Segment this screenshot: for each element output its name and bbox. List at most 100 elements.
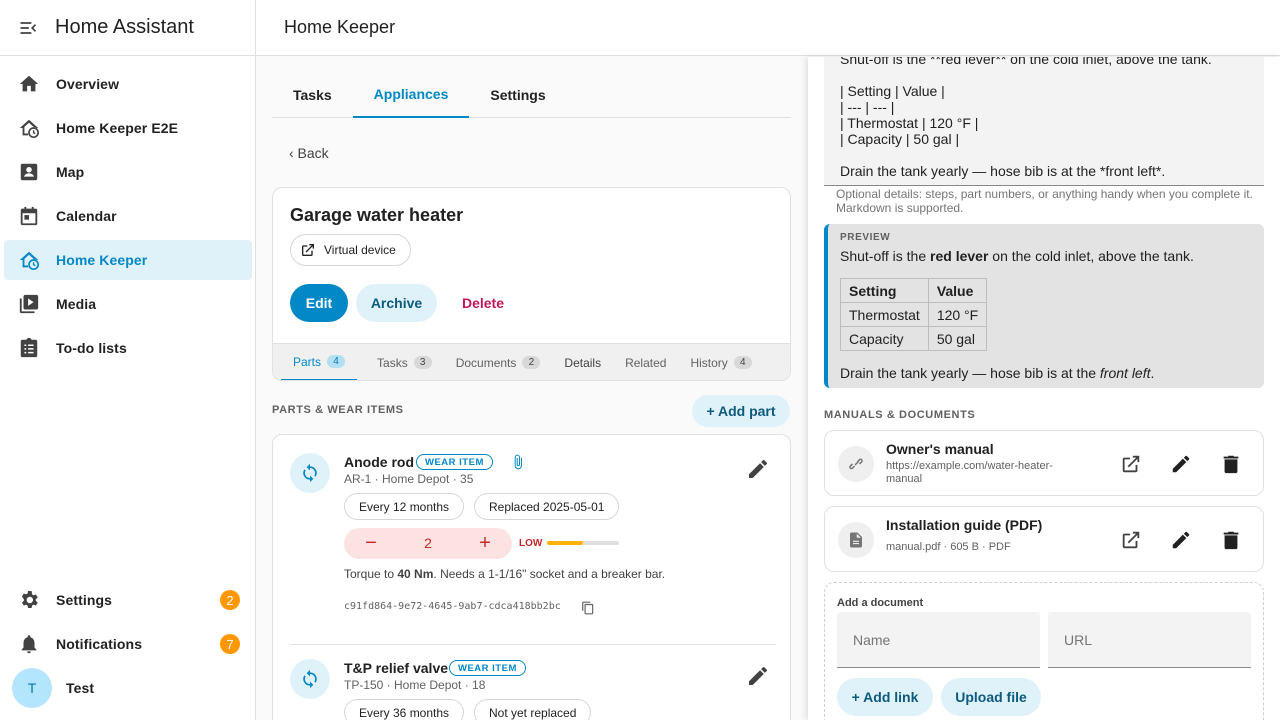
count-badge: 3 [413, 356, 432, 369]
gear-icon [18, 589, 40, 611]
sidebar-item-home-keeper-e2e[interactable]: Home Keeper E2E [4, 108, 252, 148]
wear-item-badge: WEAR ITEM [416, 454, 493, 470]
document-card: Owner's manual https://example.com/water… [824, 430, 1264, 496]
part-name: T&P relief valve [344, 660, 449, 676]
add-document-form: Add a document Name URL + Add link Uploa… [824, 582, 1264, 720]
home-clock-icon [18, 249, 40, 271]
add-part-button[interactable]: + Add part [692, 395, 790, 427]
notes-line: | --- | --- | [840, 99, 895, 115]
add-link-button[interactable]: + Add link [837, 678, 933, 716]
menu-collapse-icon[interactable] [18, 18, 38, 38]
note-text: Torque to [344, 567, 398, 581]
subtab-label: History [690, 355, 728, 370]
decrement-button[interactable]: − [359, 531, 383, 555]
sidebar-item-calendar[interactable]: Calendar [4, 196, 252, 236]
sidebar-item-label: Media [56, 296, 97, 312]
device-subtabs: Parts 4 Tasks 3 Documents 2 Details Rela… [273, 343, 790, 380]
count-badge: 4 [327, 355, 346, 368]
preview-text: on the cold inlet, above the tank. [988, 248, 1194, 264]
sidebar-header: Home Assistant [0, 0, 255, 56]
table-header: Setting [840, 278, 929, 303]
refresh-icon [290, 659, 330, 699]
sidebar-item-label: Home Keeper [56, 252, 148, 268]
tab-settings[interactable]: Settings [469, 72, 566, 117]
table-header: Value [927, 278, 988, 303]
trash-icon[interactable] [1220, 529, 1242, 551]
subtab-documents[interactable]: Documents 2 [444, 344, 553, 380]
wear-item-badge: WEAR ITEM [449, 660, 526, 676]
stock-level-bar [547, 541, 619, 545]
sidebar: Home Assistant Overview Home Keeper E2E … [0, 0, 256, 720]
sidebar-item-notifications[interactable]: Notifications 7 [4, 624, 252, 664]
name-input[interactable]: Name [837, 612, 1040, 668]
sidebar-item-todo-lists[interactable]: To-do lists [4, 328, 252, 368]
open-in-new-icon[interactable] [1120, 453, 1142, 475]
sidebar-item-media[interactable]: Media [4, 284, 252, 324]
pencil-icon[interactable] [746, 457, 770, 481]
parts-list: Anode rod WEAR ITEM AR-1 · Home Depot · … [272, 434, 791, 720]
preview-line: Shut-off is the red lever on the cold in… [840, 248, 1194, 264]
subtab-label: Documents [455, 355, 517, 370]
divider [290, 644, 775, 645]
sidebar-item-label: To-do lists [56, 340, 127, 356]
part-uuid: c91fd864-9e72-4645-9ab7-cdca418bb2bc [344, 601, 561, 612]
markdown-preview: PREVIEW Shut-off is the red lever on the… [824, 224, 1264, 388]
archive-button[interactable]: Archive [356, 284, 437, 322]
preview-em: front left [1099, 365, 1151, 381]
subtab-history[interactable]: History 4 [678, 344, 763, 380]
delete-button[interactable]: Delete [453, 284, 513, 322]
virtual-device-chip[interactable]: Virtual device [290, 234, 411, 266]
subtab-tasks[interactable]: Tasks 3 [365, 344, 444, 380]
notes-textarea[interactable]: Shut-off is the **red lever** on the col… [824, 57, 1264, 186]
subtab-related[interactable]: Related [613, 344, 678, 380]
note-bold: 40 Nm [397, 567, 434, 581]
tab-appliances[interactable]: Appliances [352, 72, 470, 118]
copy-icon[interactable] [581, 601, 595, 615]
part-name: Anode rod [344, 454, 414, 470]
helper-text: Markdown is supported. [836, 201, 964, 215]
device-title: Garage water heater [290, 205, 464, 225]
helper-text: Optional details: steps, part numbers, o… [836, 187, 1253, 201]
table-cell: 120 °F [927, 302, 988, 327]
back-link[interactable]: ‹ Back [289, 145, 329, 161]
virtual-device-label: Virtual device [324, 243, 396, 257]
preview-table: Setting Value Thermostat 120 °F Capacity… [840, 278, 988, 351]
device-card: Garage water heater Virtual device Edit … [272, 187, 791, 381]
add-document-title: Add a document [837, 597, 924, 609]
paperclip-icon[interactable] [510, 454, 526, 470]
stock-level-label: LOW [519, 538, 543, 549]
pencil-icon[interactable] [1170, 453, 1192, 475]
open-in-new-icon[interactable] [1120, 529, 1142, 551]
sidebar-item-settings[interactable]: Settings 2 [4, 580, 252, 620]
sidebar-item-map[interactable]: Map [4, 152, 252, 192]
sidebar-item-label: Notifications [56, 636, 143, 652]
quantity-value: 2 [424, 535, 432, 551]
count-badge: 2 [522, 356, 541, 369]
open-in-new-icon [302, 244, 314, 256]
home-clock-icon [18, 117, 40, 139]
url-input[interactable]: URL [1048, 612, 1251, 668]
pencil-icon[interactable] [746, 664, 770, 688]
preview-text: Shut-off is the [840, 248, 931, 264]
app-title: Home Assistant [55, 16, 194, 38]
sidebar-item-overview[interactable]: Overview [4, 64, 252, 104]
tab-tasks[interactable]: Tasks [272, 72, 353, 117]
calendar-icon [18, 205, 40, 227]
subtab-parts[interactable]: Parts 4 [281, 344, 358, 380]
sidebar-item-user[interactable]: T Test [4, 668, 252, 708]
increment-button[interactable]: + [473, 531, 497, 555]
trash-icon[interactable] [1220, 453, 1242, 475]
home-icon [18, 73, 40, 95]
upload-file-button[interactable]: Upload file [941, 678, 1041, 716]
subtab-details[interactable]: Details [552, 344, 613, 380]
table-cell: Thermostat [840, 302, 929, 327]
pencil-icon[interactable] [1170, 529, 1192, 551]
document-name: Installation guide (PDF) [886, 517, 1043, 533]
subtab-label: Details [564, 355, 602, 370]
notes-line: | Thermostat | 120 °F | [840, 115, 979, 131]
part-meta: TP-150 · Home Depot · 18 [344, 678, 486, 692]
edit-button[interactable]: Edit [290, 284, 348, 322]
note-text: . Needs a 1-1/16" socket and a breaker b… [433, 567, 666, 581]
settings-badge: 2 [220, 590, 240, 610]
sidebar-item-home-keeper[interactable]: Home Keeper [4, 240, 252, 280]
